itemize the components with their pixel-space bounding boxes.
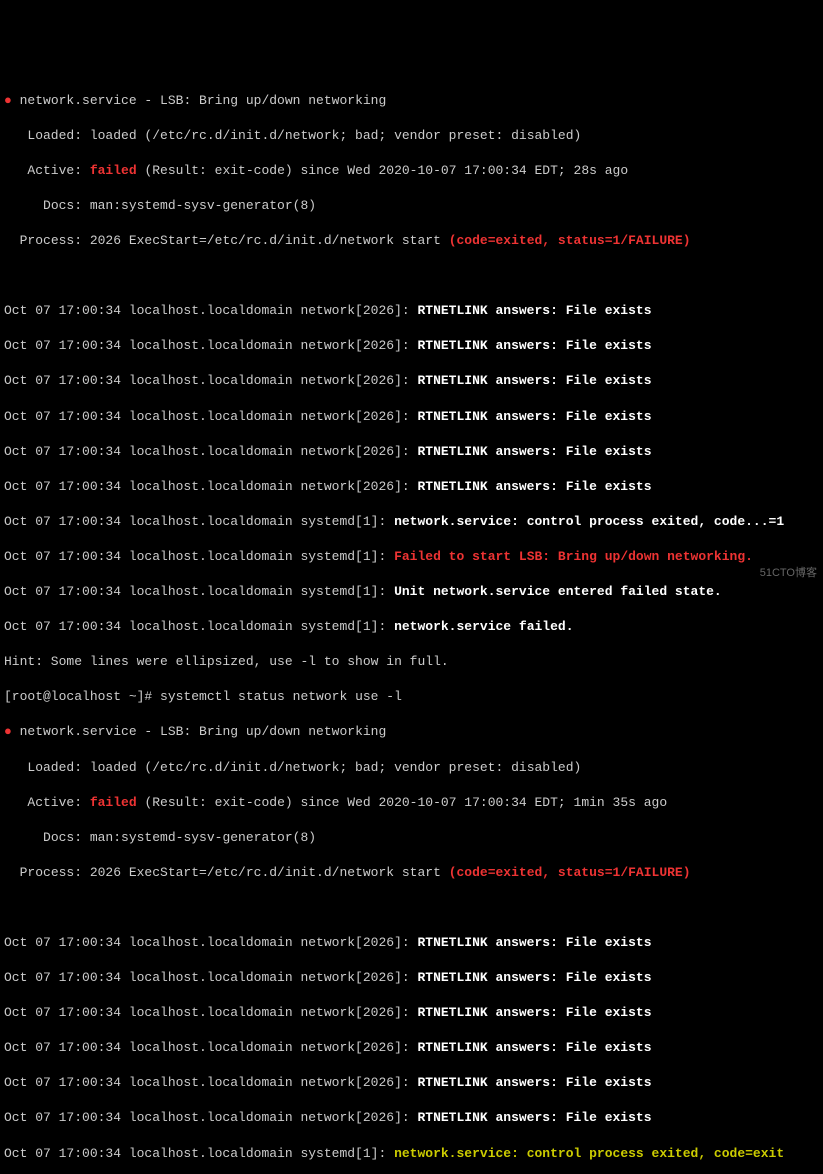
hint-line: Hint: Some lines were ellipsized, use -l… [4, 653, 819, 671]
log-control-exit: Oct 07 17:00:34 localhost.localdomain sy… [4, 1145, 819, 1163]
loaded-line: Loaded: loaded (/etc/rc.d/init.d/network… [4, 127, 819, 145]
active-line: Active: failed (Result: exit-code) since… [4, 162, 819, 180]
docs-line: Docs: man:systemd-sysv-generator(8) [4, 197, 819, 215]
log-rtnetlink: Oct 07 17:00:34 localhost.localdomain ne… [4, 1004, 819, 1022]
terminal-output: ● network.service - LSB: Bring up/down n… [4, 74, 819, 1174]
log-failed-start: Oct 07 17:00:34 localhost.localdomain sy… [4, 548, 819, 566]
command-input[interactable]: systemctl status network use -l [160, 689, 402, 704]
prompt-line[interactable]: [root@localhost ~]# systemctl status net… [4, 688, 819, 706]
active-failed-label: failed [90, 795, 137, 810]
log-rtnetlink: Oct 07 17:00:34 localhost.localdomain ne… [4, 1039, 819, 1057]
process-line: Process: 2026 ExecStart=/etc/rc.d/init.d… [4, 864, 819, 882]
active-failed-label: failed [90, 163, 137, 178]
service-header: ● network.service - LSB: Bring up/down n… [4, 92, 819, 110]
status-bullet-icon: ● [4, 93, 12, 108]
active-line: Active: failed (Result: exit-code) since… [4, 794, 819, 812]
log-rtnetlink: Oct 07 17:00:34 localhost.localdomain ne… [4, 478, 819, 496]
log-rtnetlink: Oct 07 17:00:34 localhost.localdomain ne… [4, 372, 819, 390]
log-svc-failed: Oct 07 17:00:34 localhost.localdomain sy… [4, 618, 819, 636]
service-title: network.service - LSB: Bring up/down net… [12, 724, 386, 739]
log-rtnetlink: Oct 07 17:00:34 localhost.localdomain ne… [4, 408, 819, 426]
process-fail-code: (code=exited, status=1/FAILURE) [449, 865, 691, 880]
log-rtnetlink: Oct 07 17:00:34 localhost.localdomain ne… [4, 443, 819, 461]
log-rtnetlink: Oct 07 17:00:34 localhost.localdomain ne… [4, 302, 819, 320]
process-line: Process: 2026 ExecStart=/etc/rc.d/init.d… [4, 232, 819, 250]
loaded-line: Loaded: loaded (/etc/rc.d/init.d/network… [4, 759, 819, 777]
log-rtnetlink: Oct 07 17:00:34 localhost.localdomain ne… [4, 337, 819, 355]
process-fail-code: (code=exited, status=1/FAILURE) [449, 233, 691, 248]
log-rtnetlink: Oct 07 17:00:34 localhost.localdomain ne… [4, 969, 819, 987]
log-rtnetlink: Oct 07 17:00:34 localhost.localdomain ne… [4, 1109, 819, 1127]
log-control-exit: Oct 07 17:00:34 localhost.localdomain sy… [4, 513, 819, 531]
service-title: network.service - LSB: Bring up/down net… [12, 93, 386, 108]
watermark-label: 51CTO博客 [760, 566, 817, 581]
status-bullet-icon: ● [4, 724, 12, 739]
service-header: ● network.service - LSB: Bring up/down n… [4, 723, 819, 741]
log-rtnetlink: Oct 07 17:00:34 localhost.localdomain ne… [4, 1074, 819, 1092]
log-entered-failed: Oct 07 17:00:34 localhost.localdomain sy… [4, 583, 819, 601]
shell-prompt: [root@localhost ~]# [4, 689, 160, 704]
log-rtnetlink: Oct 07 17:00:34 localhost.localdomain ne… [4, 934, 819, 952]
docs-line: Docs: man:systemd-sysv-generator(8) [4, 829, 819, 847]
